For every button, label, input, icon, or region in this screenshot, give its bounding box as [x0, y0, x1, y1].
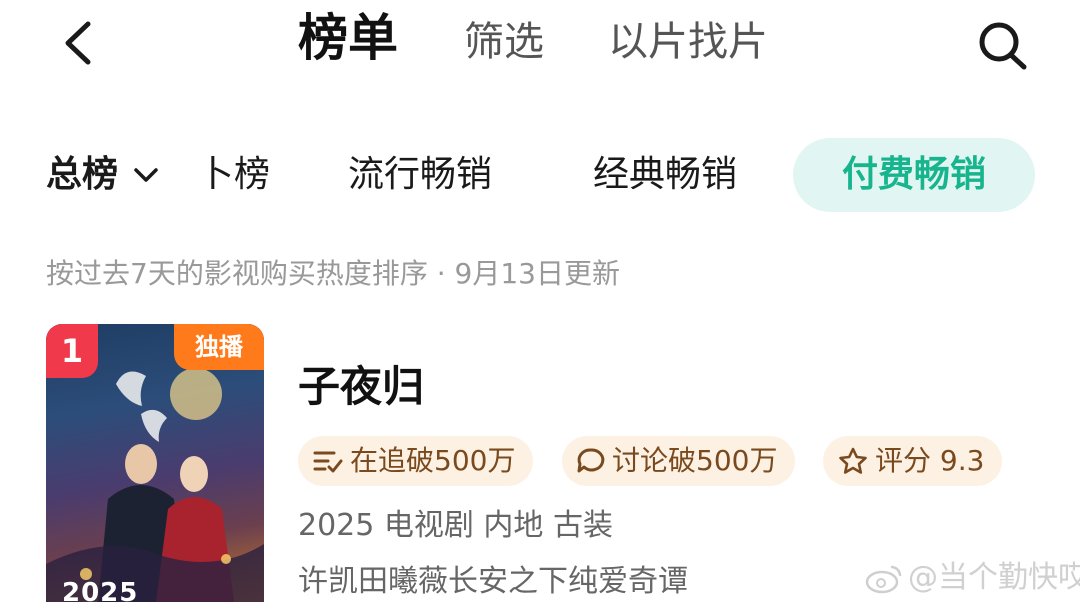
category-dropdown[interactable]: 总榜	[46, 150, 160, 200]
exclusive-badge: 独播	[174, 324, 264, 370]
rank-badge: 1	[46, 324, 98, 378]
top-bar: 榜单 筛选 以片找片	[0, 0, 1080, 92]
tab-filter[interactable]: 筛选	[464, 14, 544, 70]
category-tabs: 总榜 卜榜 流行畅销 经典畅销 付费畅销	[0, 130, 1080, 222]
search-icon[interactable]	[974, 18, 1032, 72]
poster-year: 2025	[62, 578, 139, 602]
tag-rating: 评分 9.3	[823, 436, 1003, 486]
comment-bubble-icon	[577, 448, 605, 473]
weibo-watermark: @当个勤快哎	[864, 558, 1080, 598]
star-outline-icon	[839, 447, 867, 474]
watermark-text: @当个勤快哎	[908, 560, 1080, 595]
category-tab-paid[interactable]: 付费畅销	[793, 138, 1035, 212]
category-tab-partial[interactable]: 卜榜	[198, 150, 270, 200]
tag-following-label: 在追破500万	[350, 444, 516, 477]
tab-ranking[interactable]: 榜单	[298, 10, 398, 66]
tag-rating-label: 评分 9.3	[875, 444, 985, 477]
category-tab-paid-label: 付费畅销	[841, 154, 986, 195]
back-arrow-icon[interactable]	[58, 20, 98, 66]
ranking-description: 按过去7天的影视购买热度排序 · 9月13日更新	[46, 257, 620, 290]
tag-discussion: 讨论破500万	[562, 436, 796, 486]
show-title[interactable]: 子夜归	[298, 360, 424, 414]
poster-image[interactable]: 1 独播 2025	[46, 324, 264, 602]
chevron-down-icon	[134, 168, 158, 182]
show-description: 许凯田曦薇长安之下纯爱奇谭	[298, 564, 688, 599]
tab-find-by-clip[interactable]: 以片找片	[608, 14, 768, 70]
category-tab-classic[interactable]: 经典畅销	[593, 150, 737, 200]
tag-discussion-label: 讨论破500万	[612, 444, 778, 477]
list-follow-icon	[313, 451, 343, 473]
category-tab-popular[interactable]: 流行畅销	[348, 150, 492, 200]
category-dropdown-label: 总榜	[46, 154, 119, 195]
tag-following: 在追破500万	[298, 436, 534, 486]
show-meta: 2025 电视剧 内地 古装	[298, 508, 613, 543]
weibo-icon	[865, 565, 902, 594]
